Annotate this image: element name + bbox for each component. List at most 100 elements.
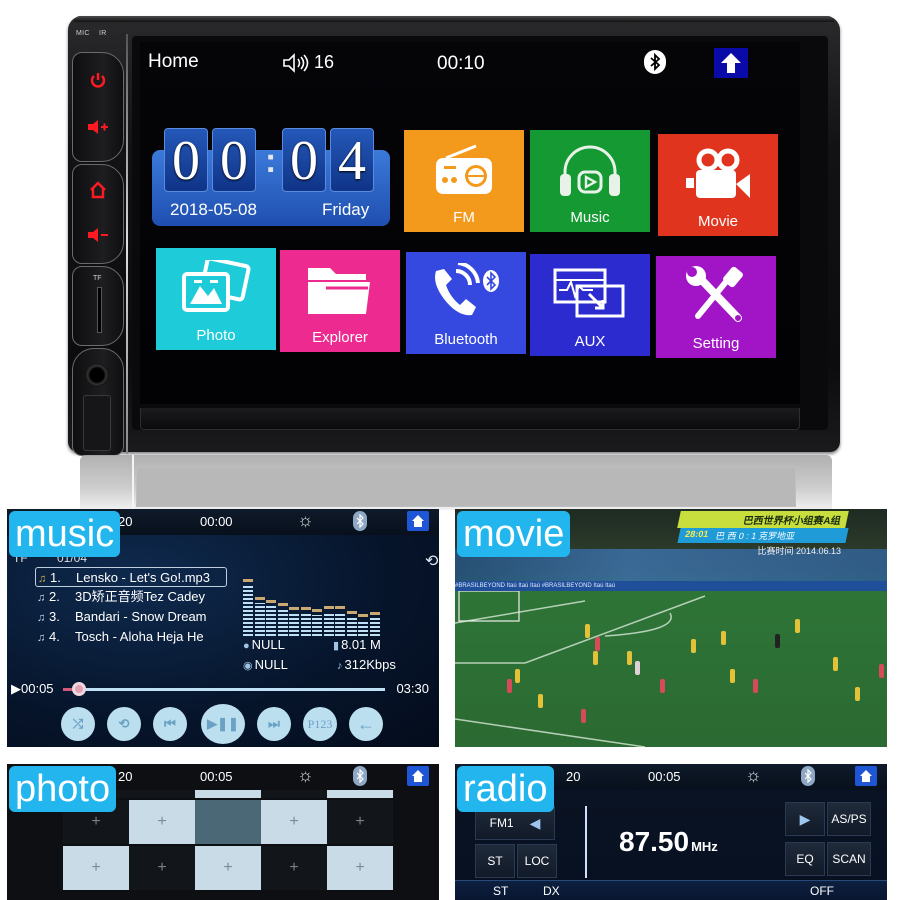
spectrum-bar (369, 618, 380, 636)
scan-button[interactable]: SCAN (827, 842, 871, 876)
player-figure (507, 679, 512, 693)
photo-tag: photo (9, 766, 117, 812)
preset-icon: P123 (307, 716, 333, 731)
tile-movie[interactable]: Movie (658, 134, 778, 236)
home-button[interactable] (407, 511, 429, 531)
volume-up-button[interactable] (87, 119, 109, 141)
bluetooth-icon[interactable] (801, 766, 815, 786)
photo-thumbnail[interactable]: + (261, 800, 327, 844)
track-item[interactable]: ♫ 4. Tosch - Aloha Heja He (35, 627, 227, 647)
seek-bar[interactable] (63, 682, 385, 696)
next-button[interactable]: ⏭ (257, 707, 291, 741)
player-figure (833, 657, 838, 671)
repeat-icon: ⟲ (118, 716, 130, 731)
photo-thumbnail[interactable]: + (195, 846, 261, 890)
playback-progress: ▶00:05 03:30 (7, 679, 439, 699)
tile-label: Music (570, 209, 610, 226)
repeat-icon[interactable]: ⟲ (425, 551, 438, 571)
photo-thumbnail[interactable]: + (327, 800, 393, 844)
power-button[interactable] (87, 71, 109, 93)
tile-music[interactable]: Music (530, 130, 650, 232)
repeat-button[interactable]: ⟲ (107, 707, 141, 741)
home-hardware-button[interactable] (87, 181, 109, 203)
volume-down-button[interactable] (87, 227, 109, 249)
spectrum-bar (289, 613, 299, 636)
clock-hour-tens: 0 (164, 128, 208, 192)
track-item[interactable]: ♫ 3. Bandari - Snow Dream (35, 607, 227, 627)
track-number: 2. (49, 589, 60, 604)
track-item[interactable]: ♫ 2. 3D矫正音频Tez Cadey (35, 587, 227, 607)
album-info: ◉ NULL (243, 657, 288, 672)
photo-thumbnail[interactable]: + (327, 846, 393, 890)
player-figure (627, 651, 632, 665)
music-note-icon: ♫ (38, 573, 47, 585)
tile-label: Photo (196, 327, 236, 344)
tf-card-slot[interactable] (97, 287, 102, 333)
player-figure (660, 679, 665, 693)
photo-thumbnail[interactable] (327, 790, 393, 798)
photo-thumbnail[interactable]: + (63, 846, 129, 890)
next-icon: ⏭ (268, 716, 280, 731)
match-score: 巴 西 0 : 1 克罗地亚 (714, 531, 797, 541)
back-button[interactable]: ← (349, 707, 383, 741)
play-pause-button[interactable]: ▶❚❚ (201, 704, 245, 744)
photo-thumbnail[interactable]: + (129, 800, 195, 844)
photo-thumbnail[interactable]: + (261, 846, 327, 890)
seek-knob[interactable] (72, 682, 87, 696)
previous-button[interactable]: ⏮ (153, 707, 187, 741)
photo-thumbnail[interactable] (129, 790, 195, 798)
volume-indicator[interactable]: 16 (282, 52, 334, 73)
tile-bluetooth[interactable]: Bluetooth (406, 252, 526, 354)
tile-label: Movie (697, 213, 738, 230)
bluetooth-icon[interactable] (353, 511, 367, 531)
file-icon: ▮ (333, 640, 340, 652)
spectrum-peak (243, 579, 253, 582)
seek-left-icon: ◀ (529, 814, 541, 831)
elapsed-time: ▶00:05 (11, 681, 54, 696)
clock-date: 2018-05-08 (170, 200, 257, 219)
home-button[interactable] (407, 766, 429, 786)
bluetooth-icon[interactable] (353, 766, 367, 786)
photo-thumbnail[interactable]: + (129, 846, 195, 890)
tile-setting[interactable]: Setting (656, 256, 776, 358)
track-title: 3D矫正音频Tez Cadey (75, 589, 206, 604)
tile-explorer[interactable]: Explorer (280, 250, 400, 352)
brightness-icon[interactable]: ☼ (297, 510, 314, 531)
shuffle-icon: ⤮ (72, 716, 84, 731)
tile-fm[interactable]: FM (404, 130, 524, 232)
artist-icon: ● (243, 640, 250, 652)
photo-thumbnail[interactable] (195, 800, 261, 844)
aux-jack[interactable] (85, 363, 109, 387)
photo-icon (156, 258, 276, 318)
screen-lower-lip (140, 408, 800, 430)
home-up-button[interactable] (714, 48, 748, 78)
brightness-icon[interactable]: ☼ (297, 765, 314, 786)
home-icon (412, 770, 424, 782)
stereo-button[interactable]: ST (475, 844, 515, 878)
shuffle-button[interactable]: ⤮ (61, 707, 95, 741)
clock-widget[interactable]: 0 0 : 0 4 2018-05-08 Friday (152, 128, 392, 228)
home-button[interactable] (855, 766, 877, 786)
screen-title: Home (148, 51, 199, 72)
tf-card-slot-area: TF (72, 266, 124, 346)
eq-button[interactable]: EQ (785, 842, 825, 876)
player-figure (730, 669, 735, 683)
bluetooth-status-icon[interactable] (644, 50, 666, 74)
device-reflection (80, 455, 832, 510)
seek-right-button[interactable]: ▶ (785, 802, 825, 836)
brightness-icon[interactable]: ☼ (745, 765, 762, 786)
clock-minute-tens: 0 (282, 128, 326, 192)
local-button[interactable]: LOC (517, 844, 557, 878)
as-ps-button[interactable]: AS/PS (827, 802, 871, 836)
usb-port-cover[interactable] (83, 395, 111, 451)
local-label: LOC (524, 854, 550, 868)
file-size-value: 8.01 M (341, 637, 381, 652)
photo-thumbnail[interactable] (195, 790, 261, 798)
preset-button[interactable]: P123 (303, 707, 337, 741)
tile-photo[interactable]: Photo (156, 248, 276, 350)
bluetooth-icon (650, 53, 661, 71)
tile-aux[interactable]: AUX (530, 254, 650, 356)
photo-thumbnail[interactable] (261, 790, 327, 798)
elapsed-value: 00:05 (21, 681, 54, 696)
track-item[interactable]: ♫ 1. Lensko - Let's Go!.mp3 (35, 567, 227, 587)
